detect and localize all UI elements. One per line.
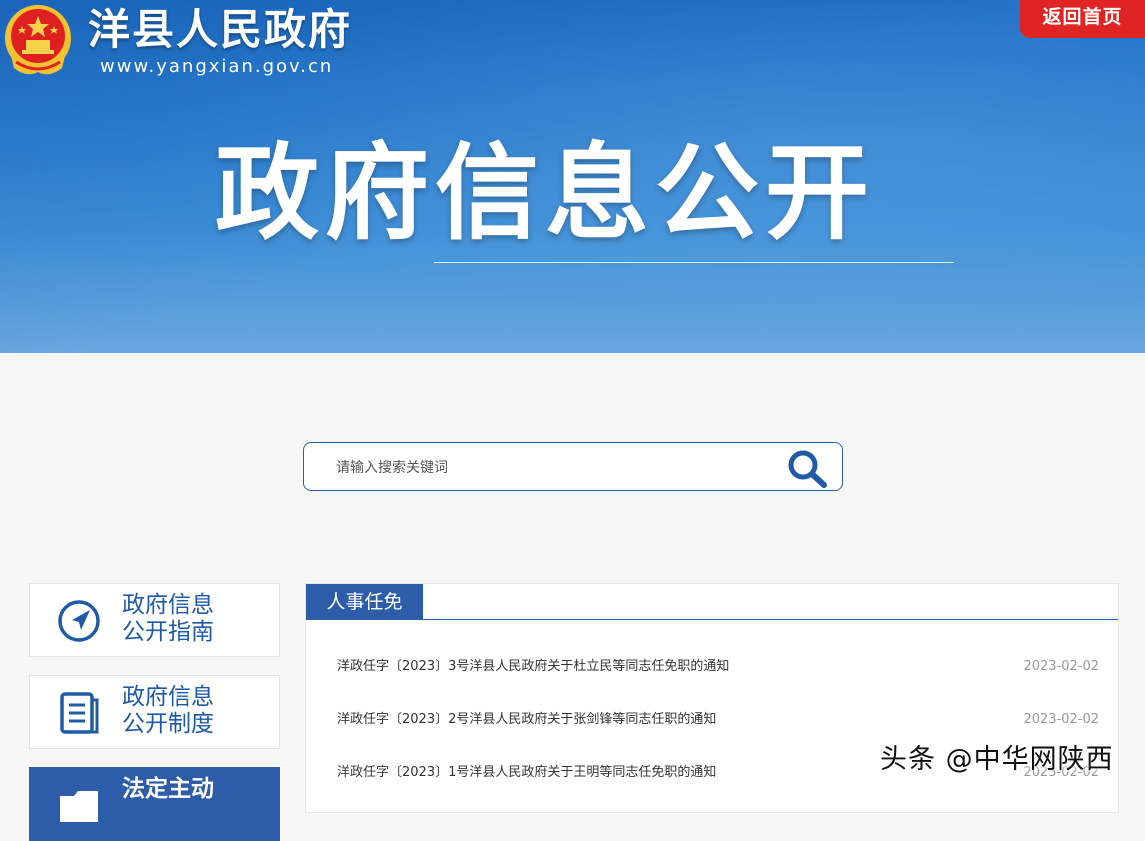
sidebar-label-line1: 法定主动 bbox=[122, 776, 214, 802]
site-name: 洋县人民政府 bbox=[88, 5, 353, 54]
sidebar-item-label: 法定主动 bbox=[122, 776, 262, 803]
list-item[interactable]: 洋政任字〔2023〕2号洋县人民政府关于张剑锋等同志任职的通知 2023-02-… bbox=[337, 709, 1099, 731]
list-item[interactable]: 洋政任字〔2023〕3号洋县人民政府关于杜立民等同志任免职的通知 2023-02… bbox=[337, 656, 1099, 678]
list-item-title[interactable]: 洋政任字〔2023〕3号洋县人民政府关于杜立民等同志任免职的通知 bbox=[337, 656, 729, 678]
sidebar-label-line2: 公开制度 bbox=[122, 711, 214, 737]
sidebar-item-label: 政府信息 公开制度 bbox=[122, 684, 262, 738]
return-home-button[interactable]: 返回首页 bbox=[1020, 0, 1145, 38]
content-panel: 人事任免 洋政任字〔2023〕3号洋县人民政府关于杜立民等同志任免职的通知 20… bbox=[305, 583, 1119, 813]
source-watermark: 头条 @中华网陕西 bbox=[880, 744, 1114, 775]
sidebar-item-guide[interactable]: 政府信息 公开指南 bbox=[29, 583, 280, 657]
search-icon[interactable] bbox=[782, 447, 832, 489]
search-bar bbox=[303, 442, 843, 491]
folder-icon bbox=[60, 791, 98, 822]
panel-header-line bbox=[306, 619, 1118, 620]
navigation-icon bbox=[58, 600, 100, 642]
page-hero-title: 政府信息公开 bbox=[215, 132, 876, 254]
header-banner: 洋县人民政府 www.yangxian.gov.cn 返回首页 政府信息公开 bbox=[0, 0, 1145, 353]
sidebar-item-statutory[interactable]: 法定主动 bbox=[29, 767, 280, 841]
search-input[interactable] bbox=[334, 455, 768, 481]
list-item-date: 2023-02-02 bbox=[1023, 659, 1099, 674]
sidebar-label-line1: 政府信息 bbox=[122, 684, 214, 710]
tab-personnel-appointments[interactable]: 人事任免 bbox=[306, 584, 423, 620]
hero-underline bbox=[434, 262, 954, 263]
sidebar-label-line2: 公开指南 bbox=[122, 619, 214, 645]
site-url: www.yangxian.gov.cn bbox=[100, 56, 334, 77]
national-emblem-icon bbox=[5, 5, 71, 75]
sidebar-item-system[interactable]: 政府信息 公开制度 bbox=[29, 675, 280, 749]
document-icon bbox=[60, 692, 99, 734]
sidebar-label-line1: 政府信息 bbox=[122, 592, 214, 618]
list-item-title[interactable]: 洋政任字〔2023〕1号洋县人民政府关于王明等同志任免职的通知 bbox=[337, 762, 716, 784]
list-item-date: 2023-02-02 bbox=[1023, 712, 1099, 727]
sidebar-item-label: 政府信息 公开指南 bbox=[122, 592, 262, 646]
list-item-title[interactable]: 洋政任字〔2023〕2号洋县人民政府关于张剑锋等同志任职的通知 bbox=[337, 709, 716, 731]
